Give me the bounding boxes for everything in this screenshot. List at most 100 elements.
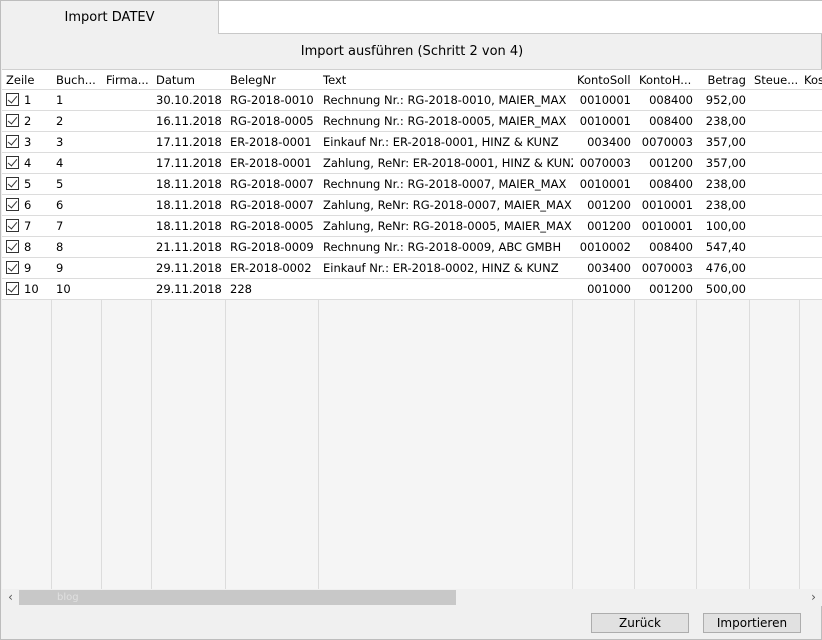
row-checkbox[interactable]: [6, 114, 19, 127]
cell-haben: 0010001: [641, 219, 693, 233]
cell-text: Einkauf Nr.: ER-2018-0002, HINZ & KUNZ: [323, 261, 559, 275]
step-title: Import ausführen (Schritt 2 von 4): [300, 44, 524, 59]
cell-buch: 3: [56, 135, 64, 149]
cell-beleg: RG-2018-0005: [230, 219, 314, 233]
tab-import-datev[interactable]: Import DATEV: [1, 1, 218, 35]
cell-buch: 1: [56, 93, 64, 107]
row-checkbox[interactable]: [6, 240, 19, 253]
horizontal-scrollbar[interactable]: ‹ blog ›: [2, 589, 822, 606]
table-row[interactable]: 8 8 21.11.2018 RG-2018-0009 Rechnung Nr.: RG…: [2, 237, 822, 258]
cell-empty: [750, 90, 800, 111]
row-number: 1: [24, 93, 32, 107]
column-header[interactable]: KontoSoll: [573, 70, 635, 90]
cell-buch: 4: [56, 156, 64, 170]
table-row[interactable]: 10 10 29.11.2018 228 001000 001200 500,00: [2, 279, 822, 300]
tab-bar-empty: [218, 1, 822, 34]
cell-zeile: 9: [2, 258, 52, 279]
cell-beleg: RG-2018-0005: [230, 114, 314, 128]
column-header[interactable]: Buch...: [52, 70, 102, 90]
row-checkbox[interactable]: [6, 156, 19, 169]
cell-beleg: RG-2018-0010: [230, 93, 314, 107]
cell-betrag: 357,00: [705, 156, 746, 170]
cell-firma: [102, 153, 152, 174]
scrollbar-thumb[interactable]: blog: [19, 590, 456, 605]
row-number: 2: [24, 114, 32, 128]
table-row[interactable]: 3 3 17.11.2018 ER-2018-0001 Einkauf Nr.: ER-…: [2, 132, 822, 153]
cell-haben: 0070003: [641, 261, 693, 275]
row-number: 3: [24, 135, 32, 149]
cell-betrag: 500,00: [705, 282, 746, 296]
table-row[interactable]: 2 2 16.11.2018 RG-2018-0005 Rechnung Nr.: RG…: [2, 111, 822, 132]
cell-empty: [800, 279, 822, 300]
cell-soll: 003400: [587, 135, 631, 149]
cell-haben: 008400: [649, 93, 693, 107]
cell-betrag: 238,00: [705, 177, 746, 191]
cell-datum: 18.11.2018: [156, 198, 222, 212]
table-row[interactable]: 6 6 18.11.2018 RG-2018-0007 Zahlung, ReNr: R…: [2, 195, 822, 216]
row-checkbox[interactable]: [6, 261, 19, 274]
column-header[interactable]: Datum: [152, 70, 226, 90]
cell-empty: [750, 279, 800, 300]
row-checkbox[interactable]: [6, 177, 19, 190]
import-button[interactable]: Importieren: [703, 613, 801, 633]
cell-buch: 8: [56, 240, 64, 254]
cell-soll: 0010001: [579, 114, 631, 128]
cell-text: Rechnung Nr.: RG-2018-0010, MAIER_MAX: [323, 93, 567, 107]
back-button[interactable]: Zurück: [591, 613, 689, 633]
cell-firma: [102, 258, 152, 279]
scroll-left-icon[interactable]: ‹: [2, 589, 19, 606]
cell-soll: 003400: [587, 261, 631, 275]
cell-haben: 0010001: [641, 198, 693, 212]
cell-betrag: 357,00: [705, 135, 746, 149]
cell-beleg: RG-2018-0009: [230, 240, 314, 254]
row-checkbox[interactable]: [6, 135, 19, 148]
cell-empty: [800, 195, 822, 216]
cell-zeile: 10: [2, 279, 52, 300]
row-checkbox[interactable]: [6, 219, 19, 232]
cell-zeile: 2: [2, 111, 52, 132]
cell-datum: 21.11.2018: [156, 240, 222, 254]
cell-betrag: 100,00: [705, 219, 746, 233]
cell-haben: 008400: [649, 114, 693, 128]
cell-beleg: RG-2018-0007: [230, 177, 314, 191]
table-row[interactable]: 9 9 29.11.2018 ER-2018-0002 Einkauf Nr.: ER-…: [2, 258, 822, 279]
cell-soll: 001000: [587, 282, 631, 296]
cell-empty: [800, 111, 822, 132]
column-header[interactable]: Betrag: [697, 70, 750, 90]
cell-zeile: 1: [2, 90, 52, 111]
cell-text: Zahlung, ReNr: ER-2018-0001, HINZ & KUNZ: [323, 156, 573, 170]
cell-zeile: 7: [2, 216, 52, 237]
data-grid[interactable]: Zeile Buch... Firma... Datum BelegNr Text Kont…: [2, 69, 822, 589]
cell-haben: 001200: [649, 282, 693, 296]
column-header[interactable]: Steue...: [750, 70, 800, 90]
cell-buch: 2: [56, 114, 64, 128]
table-row[interactable]: 7 7 18.11.2018 RG-2018-0005 Zahlung, ReNr: R…: [2, 216, 822, 237]
cell-zeile: 8: [2, 237, 52, 258]
table-row[interactable]: 4 4 17.11.2018 ER-2018-0001 Zahlung, ReNr: E…: [2, 153, 822, 174]
cell-empty: [800, 132, 822, 153]
row-checkbox[interactable]: [6, 282, 19, 295]
cell-datum: 17.11.2018: [156, 135, 222, 149]
cell-empty: [750, 258, 800, 279]
cell-haben: 0070003: [641, 135, 693, 149]
column-header[interactable]: Zeile: [2, 70, 52, 90]
column-header[interactable]: Kos: [800, 70, 822, 90]
cell-text: Einkauf Nr.: ER-2018-0001, HINZ & KUNZ: [323, 135, 559, 149]
scroll-right-icon[interactable]: ›: [805, 589, 822, 606]
cell-buch: 9: [56, 261, 64, 275]
row-checkbox[interactable]: [6, 198, 19, 211]
cell-firma: [102, 279, 152, 300]
cell-zeile: 6: [2, 195, 52, 216]
table-row[interactable]: 1 1 30.10.2018 RG-2018-0010 Rechnung Nr.: RG…: [2, 90, 822, 111]
column-header[interactable]: Text: [319, 70, 573, 90]
cell-beleg: ER-2018-0002: [230, 261, 312, 275]
column-header[interactable]: Firma...: [102, 70, 152, 90]
column-header[interactable]: BelegNr: [226, 70, 319, 90]
row-checkbox[interactable]: [6, 93, 19, 106]
cell-haben: 001200: [649, 156, 693, 170]
cell-empty: [800, 174, 822, 195]
cell-haben: 008400: [649, 177, 693, 191]
table-row[interactable]: 5 5 18.11.2018 RG-2018-0007 Rechnung Nr.: RG…: [2, 174, 822, 195]
cell-beleg: RG-2018-0007: [230, 198, 314, 212]
column-header[interactable]: KontoH...: [635, 70, 697, 90]
